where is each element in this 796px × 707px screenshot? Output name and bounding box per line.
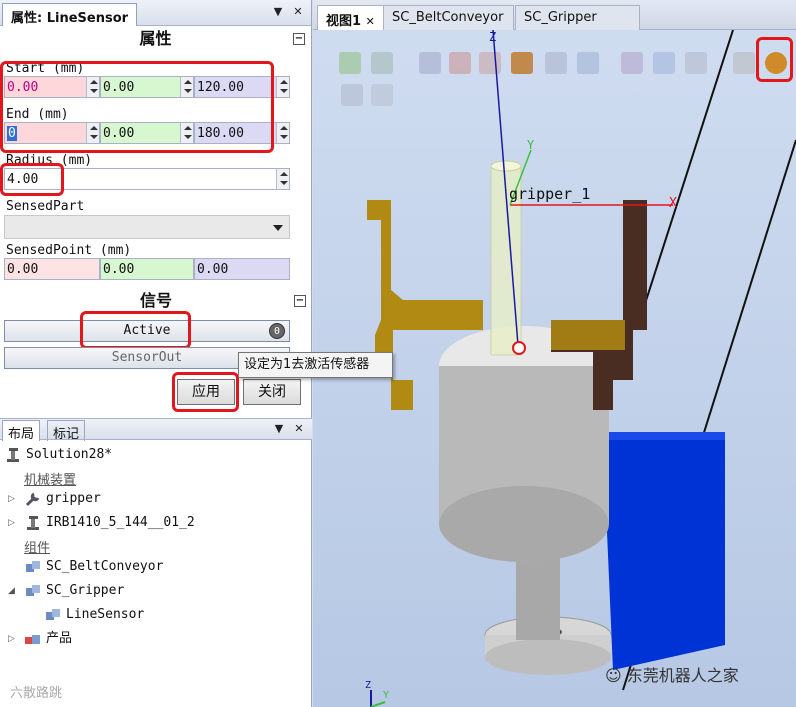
tab-view1[interactable]: 视图1 ✕ (317, 5, 384, 30)
start-y-input[interactable]: 0.00 (100, 76, 194, 98)
properties-tab[interactable]: 属性: LineSensor (2, 3, 138, 26)
tree-item-robot[interactable]: IRB1410_5_144__01_2 (24, 512, 195, 534)
layout-dropdown-icon[interactable]: ▼ (272, 422, 286, 436)
group-components: 组件 (24, 541, 51, 556)
sensed-part-label: SensedPart (6, 199, 85, 214)
end-label: End (mm) (6, 107, 69, 122)
collapse-icon[interactable]: − (293, 33, 305, 45)
tree-root[interactable]: Solution28* (4, 444, 112, 466)
start-z-spinner[interactable] (276, 77, 289, 97)
radius-label: Radius (mm) (6, 153, 93, 168)
start-label: Start (mm) (6, 61, 85, 76)
end-y-spinner[interactable] (180, 123, 193, 143)
apply-button[interactable]: 应用 (177, 379, 235, 405)
sensed-part-select[interactable] (4, 215, 290, 239)
watermark-left: 六散路跳 (10, 686, 63, 701)
component-icon (24, 583, 42, 599)
tab-close-icon[interactable]: ✕ (366, 15, 375, 28)
frame-label: gripper_1 (509, 185, 591, 203)
axis-y-label: Y (527, 138, 535, 152)
tooltip: 设定为1去激活传感器 (238, 352, 393, 378)
sensed-point-x: 0.00 (4, 258, 100, 280)
tree-item-sc-gripper[interactable]: SC_Gripper (24, 580, 124, 602)
tree-item-gripper[interactable]: gripper (24, 488, 101, 510)
mini-axis-z-label: Z (365, 680, 372, 691)
axis-z-label: Z (489, 30, 497, 44)
end-z-spinner[interactable] (276, 123, 289, 143)
end-x-input[interactable]: 0 (4, 122, 100, 144)
robot-icon (4, 447, 22, 463)
tab-tags[interactable]: 标记 (47, 420, 86, 442)
chevron-down-icon[interactable] (273, 225, 283, 231)
sensed-point-y: 0.00 (100, 258, 194, 280)
properties-section-header: 属性 − (0, 26, 311, 52)
signals-title: 信号 (139, 291, 172, 310)
sensed-point-z: 0.00 (194, 258, 290, 280)
tree-item-linesensor[interactable]: LineSensor (44, 604, 144, 626)
radius-spinner[interactable] (276, 169, 289, 189)
close-button[interactable]: 关闭 (243, 379, 301, 405)
start-x-input[interactable]: 0.00 (4, 76, 100, 98)
group-mechanism: 机械装置 (24, 473, 77, 488)
component-icon (44, 607, 62, 623)
signal-active-button[interactable]: Active 0 (4, 320, 290, 342)
product-icon (24, 631, 42, 647)
signals-collapse-icon[interactable]: − (294, 295, 306, 307)
tab-layout[interactable]: 布局 (2, 420, 41, 442)
wechat-icon: ☺ (605, 666, 622, 685)
layout-close-icon[interactable]: ✕ (292, 422, 306, 436)
end-x-spinner[interactable] (86, 123, 99, 143)
view-tabbar: 视图1 ✕ SC_BeltConveyor SC_Gripper (313, 0, 796, 30)
signals-section-header: 信号 − (0, 288, 312, 314)
expand-icon[interactable]: ▷ (8, 518, 15, 528)
tab-sc-gripper[interactable]: SC_Gripper (515, 5, 640, 30)
tree-item-beltconveyor[interactable]: SC_BeltConveyor (24, 556, 163, 578)
collapse-tree-icon[interactable]: ◢ (8, 586, 15, 596)
sensed-point-label: SensedPoint (mm) (6, 243, 132, 258)
axis-x-label: X (669, 196, 677, 211)
section-title: 属性 (139, 29, 172, 48)
close-icon[interactable]: ✕ (291, 5, 305, 19)
expand-icon[interactable]: ▷ (8, 494, 15, 504)
tab-beltconveyor[interactable]: SC_BeltConveyor (383, 5, 514, 30)
end-y-input[interactable]: 0.00 (100, 122, 194, 144)
start-x-spinner[interactable] (86, 77, 99, 97)
robot-icon (24, 515, 42, 531)
end-z-input[interactable]: 180.00 (194, 122, 290, 144)
watermark-right: ☺ 东莞机器人之家 (605, 666, 739, 685)
dropdown-icon[interactable]: ▼ (271, 5, 285, 19)
expand-icon[interactable]: ▷ (8, 634, 15, 644)
wrench-icon (24, 491, 42, 507)
signal-state-indicator: 0 (269, 323, 285, 339)
layout-titlebar: 布局 标记 ▼ ✕ (0, 418, 312, 442)
properties-titlebar: 属性: LineSensor ▼ ✕ (0, 0, 311, 26)
start-y-spinner[interactable] (180, 77, 193, 97)
component-icon (24, 559, 42, 575)
tree-item-product[interactable]: 产品 (24, 628, 72, 650)
radius-input[interactable]: 4.00 (4, 168, 290, 190)
start-z-input[interactable]: 120.00 (194, 76, 290, 98)
mini-axis-y-label: Y (383, 690, 390, 701)
